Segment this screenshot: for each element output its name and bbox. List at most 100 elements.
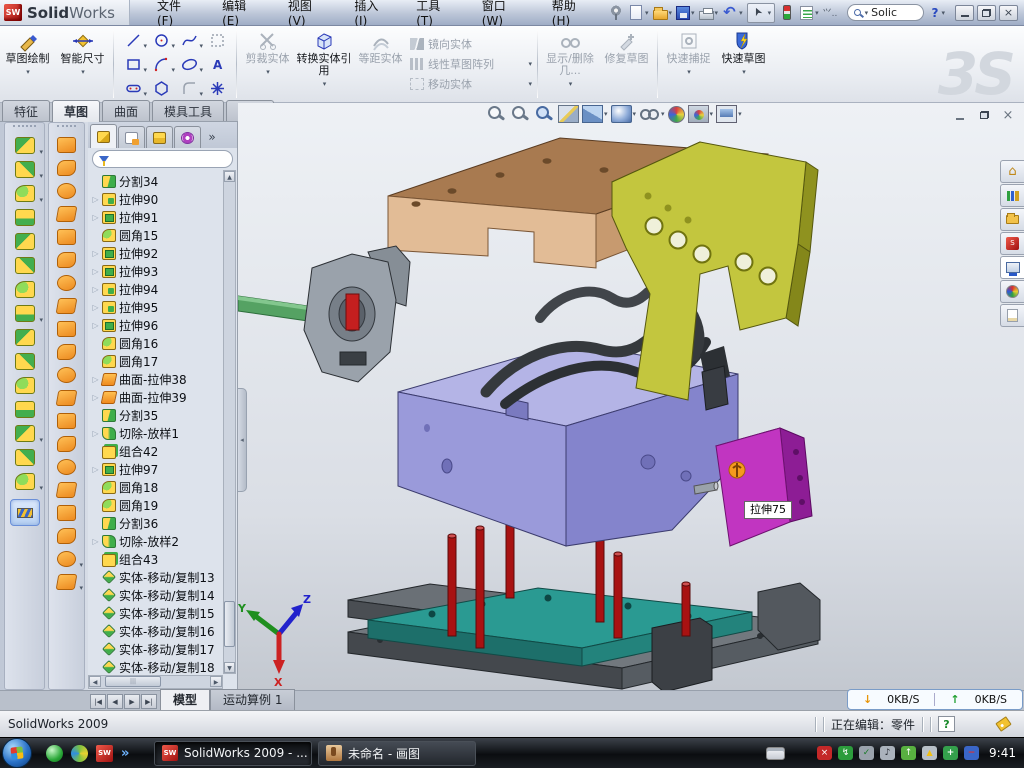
tree-item[interactable]: 圆角19	[90, 496, 222, 514]
network-tray-icon[interactable]	[922, 746, 937, 760]
display-style-button[interactable]: ▾	[611, 105, 637, 123]
chevron-down-icon[interactable]: ▾	[39, 196, 43, 204]
toolbar-grip[interactable]	[57, 125, 76, 131]
taskbar-task[interactable]: 未命名 - 画图	[318, 741, 476, 766]
chevron-down-icon[interactable]: ▾	[39, 316, 43, 324]
extruded-cut-button[interactable]	[5, 229, 44, 253]
doc-restore-button[interactable]	[976, 108, 992, 122]
sketch-text-button[interactable]: A	[203, 52, 231, 76]
convert-entities-button[interactable]: 转换实体引用 ▾	[295, 26, 353, 102]
tree-item[interactable]: ▷拉伸91	[90, 208, 222, 226]
spline-button[interactable]: ▾	[175, 28, 203, 52]
expand-arrow-icon[interactable]: ▷	[90, 303, 101, 312]
tab-模具工具[interactable]: 模具工具	[152, 100, 224, 121]
tab-特征[interactable]: 特征	[2, 100, 50, 121]
chevron-down-icon[interactable]: ▾	[669, 9, 673, 17]
tree-tab-propertymanager[interactable]	[118, 126, 145, 148]
tree-item[interactable]: ▷切除-放样2	[90, 532, 222, 550]
help-dropdown-icon[interactable]: ▾	[941, 9, 945, 17]
minimize-button[interactable]	[955, 5, 974, 21]
updater-tray-icon[interactable]	[901, 746, 916, 760]
scroll-up-button[interactable]: ▲	[224, 171, 235, 182]
print-button[interactable]: ▾	[699, 3, 719, 23]
security-tray-icon[interactable]	[943, 746, 958, 760]
tree-item[interactable]: ▷曲面-拉伸39	[90, 388, 222, 406]
tree-tabs-overflow[interactable]: »	[202, 126, 222, 148]
taskpane-tab-custom-properties[interactable]	[1000, 304, 1024, 327]
tree-item[interactable]: 实体-移动/复制17	[90, 640, 222, 658]
graphics-area[interactable]: Y Z X	[238, 103, 1024, 690]
tree-item[interactable]: ▷拉伸95	[90, 298, 222, 316]
taskpane-tab-resources[interactable]	[1000, 184, 1024, 207]
tree-item[interactable]: 圆角16	[90, 334, 222, 352]
tree-tab-dimxpertmanager[interactable]	[174, 126, 201, 148]
boss-extrude-button[interactable]: ▾	[5, 133, 44, 157]
combine-button[interactable]	[5, 373, 44, 397]
ellipse-button[interactable]: ▾	[175, 52, 203, 76]
chevron-icon[interactable]	[121, 745, 138, 762]
view-orientation-button[interactable]: ▾	[582, 105, 608, 123]
close-button[interactable]: ×	[999, 5, 1018, 21]
quick-tips-button[interactable]: ?	[938, 716, 955, 732]
chevron-down-icon[interactable]: ▾	[645, 9, 649, 17]
mirror-entities-button[interactable]: 镜向实体	[410, 35, 532, 53]
chevron-down-icon[interactable]: ▾	[79, 584, 83, 592]
tree-tab-featuremanager[interactable]	[90, 124, 117, 148]
messenger-icon[interactable]	[46, 745, 63, 762]
scrollbar-thumb[interactable]	[224, 601, 235, 647]
chevron-down-icon[interactable]: ▾	[528, 80, 532, 88]
save-button[interactable]: ▾	[676, 3, 695, 23]
fillet-surface-button[interactable]	[49, 478, 84, 501]
scroll-right-button[interactable]: ▶	[210, 676, 222, 687]
expand-arrow-icon[interactable]: ▷	[90, 249, 101, 258]
panel-splitter-handle[interactable]: ◂	[238, 388, 247, 492]
reference-geometry-button[interactable]: ▾	[5, 421, 44, 445]
tree-item[interactable]: 分割35	[90, 406, 222, 424]
tree-item[interactable]: ▷拉伸94	[90, 280, 222, 298]
tree-item[interactable]: 实体-移动/复制15	[90, 604, 222, 622]
move-entities-button[interactable]: 移动实体 ▾	[410, 75, 532, 93]
tree-item[interactable]: ▷拉伸90	[90, 190, 222, 208]
linear-sketch-pattern-button[interactable]: 线性草图阵列 ▾	[410, 55, 532, 73]
rectangle-button[interactable]: ▾	[119, 52, 147, 76]
start-button[interactable]	[2, 738, 32, 768]
expand-arrow-icon[interactable]: ▷	[90, 465, 101, 474]
planar-surface-button[interactable]	[49, 271, 84, 294]
tools-tray-icon[interactable]	[859, 746, 874, 760]
expand-arrow-icon[interactable]: ▷	[90, 267, 101, 276]
zoom-fit-button[interactable]	[486, 105, 507, 123]
expand-arrow-icon[interactable]: ▷	[90, 429, 101, 438]
expand-arrow-icon[interactable]: ▷	[90, 285, 101, 294]
media-icon[interactable]	[71, 745, 88, 762]
expand-arrow-icon[interactable]: ▷	[90, 321, 101, 330]
chevron-down-icon[interactable]: ▾	[39, 172, 43, 180]
chevron-down-icon[interactable]: ▾	[323, 78, 327, 90]
hide-show-items-button[interactable]: ▾	[639, 105, 665, 123]
antivirus-tray-icon[interactable]	[817, 746, 832, 760]
chevron-down-icon[interactable]: ▾	[26, 66, 30, 78]
arc-button[interactable]: ▾	[147, 52, 175, 76]
revolved-surface-button[interactable]	[49, 156, 84, 179]
tree-item[interactable]: ▷拉伸97	[90, 460, 222, 478]
instant3d-button[interactable]	[10, 499, 40, 526]
search-input[interactable]: ▾ Solic	[847, 4, 924, 21]
chevron-down-icon[interactable]: ▾	[39, 436, 43, 444]
chevron-down-icon[interactable]: ▾	[604, 110, 608, 118]
tree-horizontal-scrollbar[interactable]: ◀ ||| ▶	[88, 675, 223, 689]
taskbar-task[interactable]: SolidWorks 2009 - ...	[154, 741, 312, 766]
expand-arrow-icon[interactable]: ▷	[90, 393, 101, 402]
doc-nav-button[interactable]: ◀	[107, 694, 123, 709]
trim-entities-button[interactable]: 剪裁实体 ▾	[240, 26, 295, 102]
help-button[interactable]: ?	[932, 6, 939, 20]
taskpane-tab-design-library[interactable]	[1000, 208, 1024, 231]
chevron-down-icon[interactable]: ▾	[528, 60, 532, 68]
replace-face-button[interactable]	[49, 386, 84, 409]
quick-snaps-button[interactable]: 快速捕捉 ▾	[661, 26, 716, 102]
taskpane-tab-appearances[interactable]	[1000, 280, 1024, 303]
tree-item[interactable]: 组合43	[90, 550, 222, 568]
traffic-light-button[interactable]	[779, 3, 795, 23]
sketch-fillet-button[interactable]: ▾	[175, 76, 203, 100]
plane-button[interactable]	[5, 445, 44, 469]
offset-surface-button[interactable]	[49, 317, 84, 340]
tree-item[interactable]: 实体-移动/复制14	[90, 586, 222, 604]
